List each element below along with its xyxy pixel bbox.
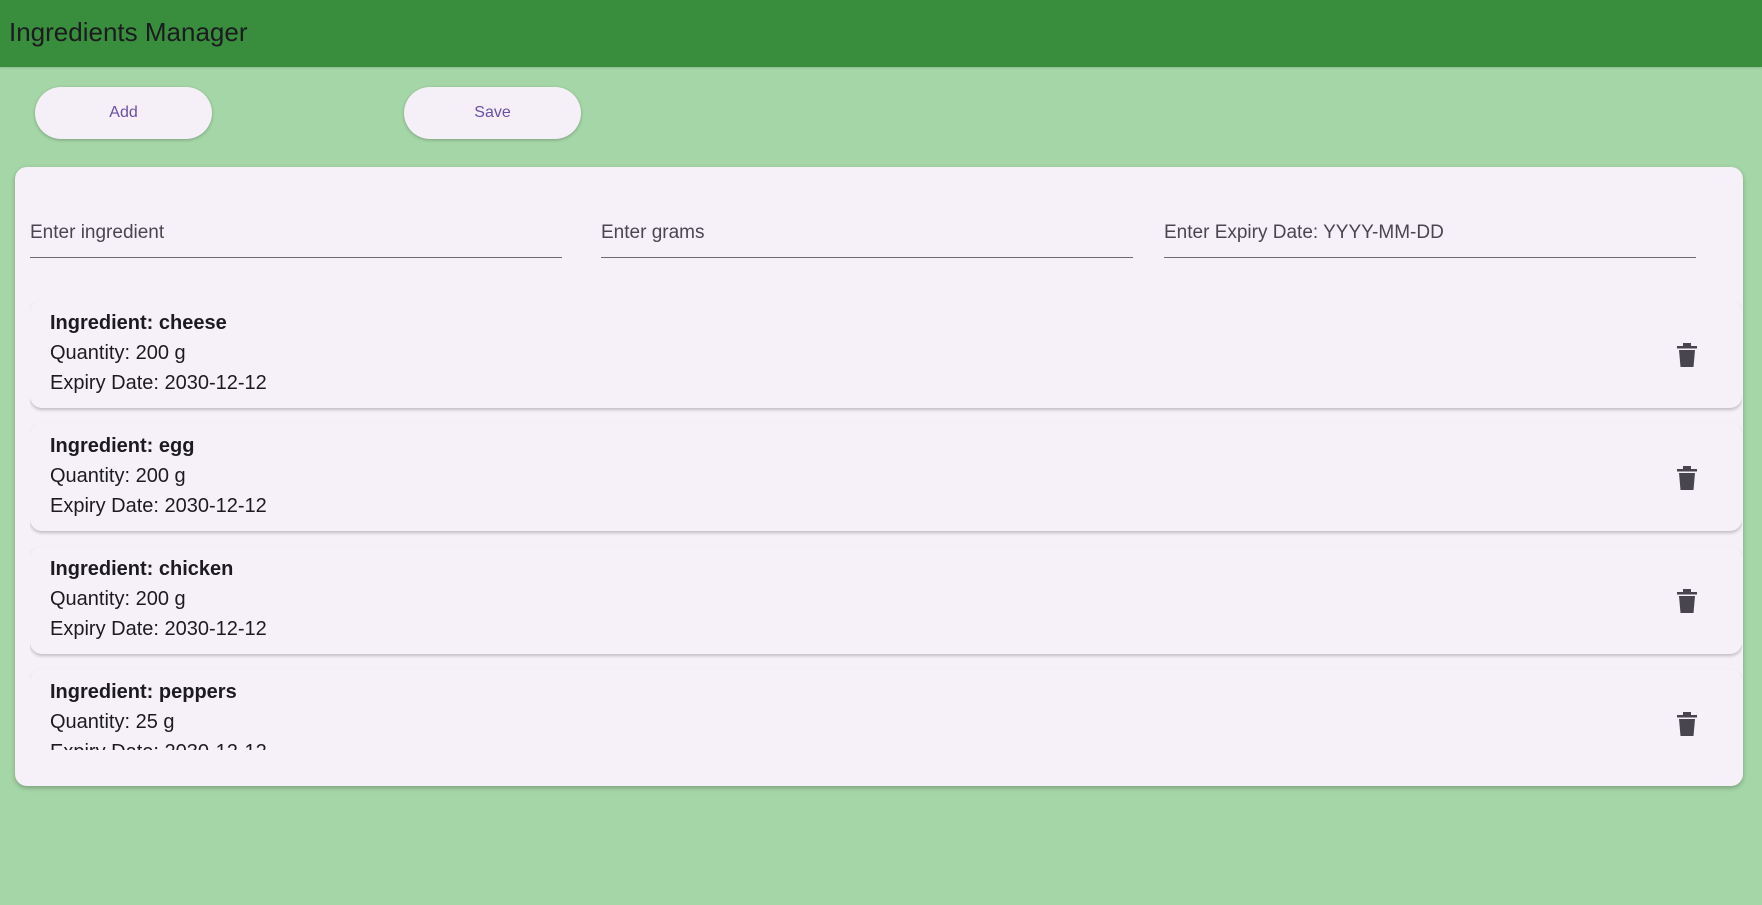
trash-icon: [1677, 712, 1697, 736]
ingredients-panel: Ingredient: cheese Quantity: 200 g Expir…: [15, 167, 1743, 786]
trash-icon: [1677, 343, 1697, 367]
ingredient-name: Ingredient: peppers: [50, 681, 237, 703]
ingredient-quantity: Quantity: 200 g: [50, 342, 186, 364]
ingredient-name: Ingredient: egg: [50, 435, 195, 457]
ingredient-expiry: Expiry Date: 2030-12-12: [50, 618, 267, 640]
ingredient-card: Ingredient: chicken Quantity: 200 g Expi…: [30, 546, 1742, 654]
ingredient-card: Ingredient: peppers Quantity: 25 g Expir…: [30, 669, 1742, 750]
ingredient-name: Ingredient: chicken: [50, 558, 234, 580]
ingredient-expiry: Expiry Date: 2030-12-12: [50, 495, 267, 517]
delete-button[interactable]: [1672, 340, 1702, 370]
ingredient-quantity: Quantity: 200 g: [50, 465, 186, 487]
app-bar: Ingredients Manager: [0, 0, 1762, 67]
delete-button[interactable]: [1672, 463, 1702, 493]
ingredient-list[interactable]: Ingredient: cheese Quantity: 200 g Expir…: [30, 300, 1742, 750]
ingredient-input[interactable]: [30, 213, 562, 253]
grams-field: [601, 207, 1133, 258]
ingredient-name: Ingredient: cheese: [50, 312, 227, 334]
ingredient-quantity: Quantity: 25 g: [50, 711, 175, 733]
expiry-field: [1164, 207, 1696, 258]
delete-button[interactable]: [1672, 709, 1702, 739]
ingredient-card: Ingredient: cheese Quantity: 200 g Expir…: [30, 300, 1742, 408]
ingredient-field: [30, 207, 562, 258]
trash-icon: [1677, 589, 1697, 613]
ingredient-quantity: Quantity: 200 g: [50, 588, 186, 610]
ingredient-expiry: Expiry Date: 2030-12-12: [50, 740, 267, 750]
delete-button[interactable]: [1672, 586, 1702, 616]
expiry-date-input[interactable]: [1164, 213, 1696, 253]
trash-icon: [1677, 466, 1697, 490]
app-title: Ingredients Manager: [9, 17, 248, 47]
add-button[interactable]: Add: [35, 87, 212, 139]
save-button[interactable]: Save: [404, 87, 581, 139]
grams-input[interactable]: [601, 213, 1133, 253]
ingredient-card: Ingredient: egg Quantity: 200 g Expiry D…: [30, 423, 1742, 531]
ingredient-expiry: Expiry Date: 2030-12-12: [50, 372, 267, 394]
